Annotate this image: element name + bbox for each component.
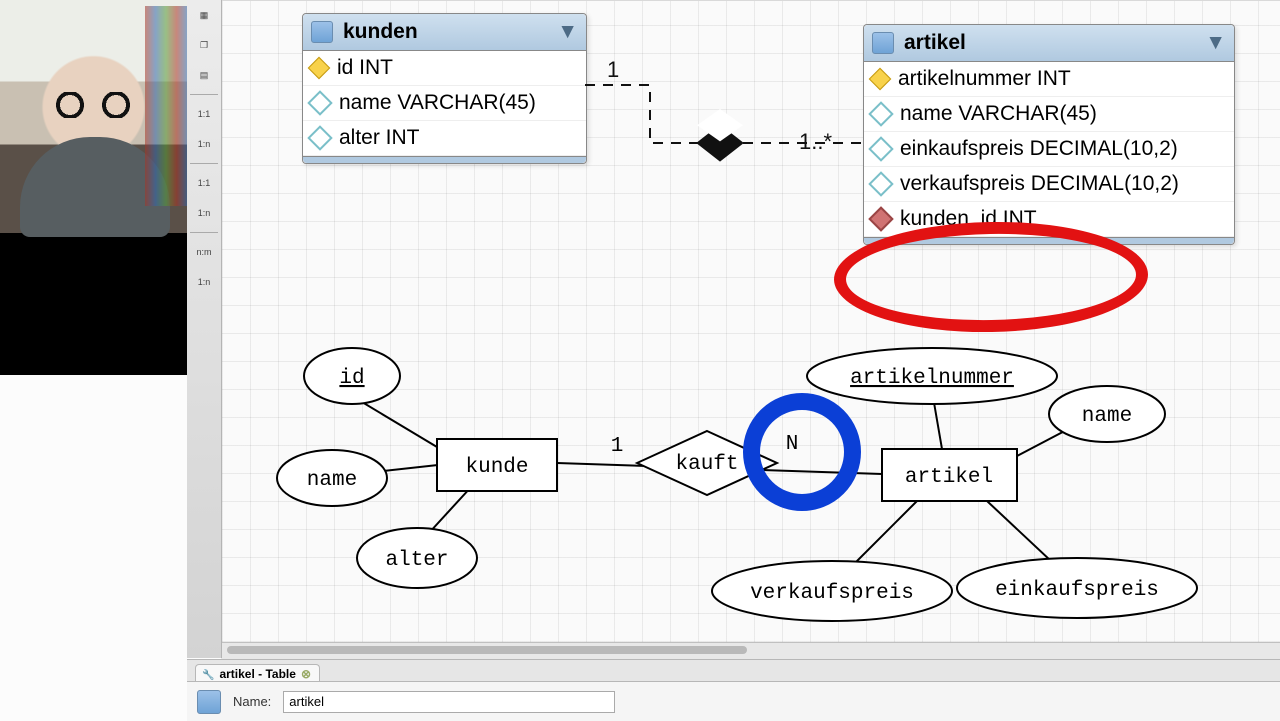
column-text: artikelnummer INT [898, 67, 1071, 91]
svg-text:kunde: kunde [465, 456, 528, 479]
bottom-tab-bar: artikel - Table ⊗ [187, 659, 1280, 682]
presenter-webcam [0, 0, 187, 375]
svg-text:1: 1 [611, 435, 624, 458]
table-kunden[interactable]: kunden ▼ id INT name VARCHAR(45) alter I… [302, 13, 587, 164]
svg-text:id: id [339, 367, 364, 390]
table-icon [197, 690, 221, 714]
rel-n-m[interactable]: n:m [190, 239, 218, 265]
layers-icon[interactable]: ❐ [190, 32, 218, 58]
close-icon[interactable]: ⊗ [301, 667, 311, 681]
rel-1-n-nonident[interactable]: 1:n [190, 200, 218, 226]
diamond-icon [307, 125, 332, 150]
notes-icon[interactable]: ▤ [190, 62, 218, 88]
key-icon [308, 57, 331, 80]
column-text: name VARCHAR(45) [339, 91, 536, 115]
svg-text:N: N [786, 433, 799, 456]
svg-text:name: name [307, 469, 357, 492]
diamond-icon [307, 90, 332, 115]
rel-1-n-self[interactable]: 1:n [190, 269, 218, 295]
svg-text:name: name [1082, 405, 1132, 428]
cardinality-label: 1..* [799, 129, 832, 155]
column-text: name VARCHAR(45) [900, 102, 1097, 126]
table-title: artikel [904, 31, 1205, 55]
column-text: verkaufspreis DECIMAL(10,2) [900, 172, 1179, 196]
diamond-icon [868, 101, 893, 126]
svg-text:alter: alter [385, 549, 448, 572]
column-text: id INT [337, 56, 393, 80]
svg-text:artikelnummer: artikelnummer [850, 367, 1014, 390]
rel-1-1-nonident[interactable]: 1:1 [190, 170, 218, 196]
diamond-icon [868, 171, 893, 196]
tool-sidebar: ▦ ❐ ▤ 1:1 1:n 1:1 1:n n:m 1:n [187, 0, 222, 658]
grid-icon[interactable]: ▦ [190, 2, 218, 28]
fk-diamond-icon [868, 206, 893, 231]
svg-text:artikel: artikel [905, 466, 993, 489]
diamond-icon [868, 136, 893, 161]
rel-1-n-identifying[interactable]: 1:n [190, 131, 218, 157]
chevron-down-icon[interactable]: ▼ [1205, 31, 1226, 55]
column-text: einkaufspreis DECIMAL(10,2) [900, 137, 1178, 161]
column-text: kunden_id INT [900, 207, 1037, 231]
svg-text:verkaufspreis: verkaufspreis [750, 582, 914, 605]
tab-artikel-table[interactable]: artikel - Table ⊗ [195, 664, 320, 682]
canvas-scrollbar-horizontal[interactable] [221, 642, 1280, 659]
tab-label: artikel - Table [219, 667, 295, 681]
table-icon [311, 21, 333, 43]
table-title: kunden [343, 20, 557, 44]
column-text: alter INT [339, 126, 420, 150]
wrench-icon [202, 667, 214, 681]
table-name-input[interactable] [283, 691, 615, 713]
table-artikel[interactable]: artikel ▼ artikelnummer INT name VARCHAR… [863, 24, 1235, 245]
chen-er-diagram: kunde id name alter kauft 1 N artikel [277, 336, 1227, 636]
chevron-down-icon[interactable]: ▼ [557, 20, 578, 44]
svg-text:kauft: kauft [675, 453, 738, 476]
table-icon [872, 32, 894, 54]
rel-1-1-identifying[interactable]: 1:1 [190, 101, 218, 127]
key-icon [869, 68, 892, 91]
eer-canvas[interactable]: kunden ▼ id INT name VARCHAR(45) alter I… [221, 0, 1280, 643]
svg-text:einkaufspreis: einkaufspreis [995, 579, 1159, 602]
cardinality-label: 1 [607, 57, 619, 83]
table-properties-bar: Name: [187, 681, 1280, 721]
name-label: Name: [233, 694, 271, 709]
